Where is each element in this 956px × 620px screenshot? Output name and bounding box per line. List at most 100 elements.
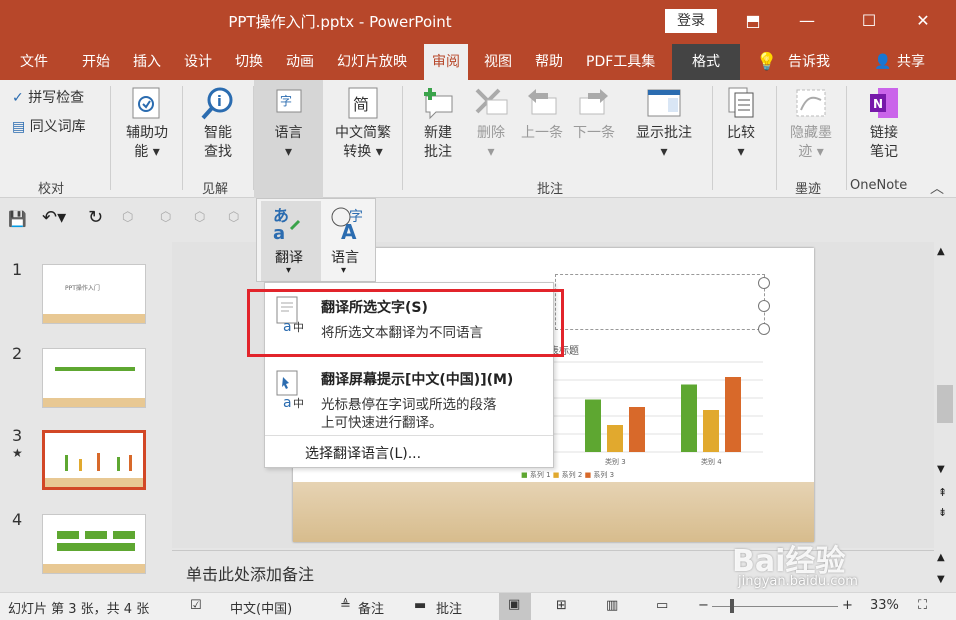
zoom-slider-thumb[interactable] [730,599,734,613]
zoom-level[interactable]: 33% [870,598,899,613]
compare-button[interactable]: 比较 ▾ [718,86,764,162]
linked-notes-button[interactable]: N 链接 笔记 [856,86,912,162]
smart-lookup-button[interactable]: i 智能 查找 [190,86,246,162]
next-arrow-icon [579,89,608,115]
bar-chart[interactable]: 类别 3 类别 4 [533,348,793,478]
zoom-out-icon[interactable]: − [698,598,709,613]
zoom-in-icon[interactable]: + [842,598,853,613]
star-icon: ★ [12,446,23,460]
language-status[interactable]: 中文(中国) [230,598,292,617]
spell-check-icon: ✓ [12,90,24,106]
slide-thumbnail-1[interactable]: PPT操作入门 [42,264,146,324]
tab-transitions[interactable]: 切换 [235,44,263,80]
delete-comment-button[interactable]: 删除 ▾ [468,86,514,162]
translate-button[interactable]: あa 翻译 ▾ [261,201,321,281]
language-icon: 字 [276,89,301,113]
vertical-scrollbar[interactable]: ▲ ▼ ⇞ ⇟ ▲ ▼ [934,242,956,592]
translate-screentip-icon: a中 [276,370,304,411]
next-slide-icon[interactable]: ⇟ [938,506,947,519]
group-label-onenote: OneNote [850,178,908,193]
choose-translation-language-item[interactable]: 选择翻译语言(L)... [305,443,421,463]
minimize-button[interactable]: — [787,8,827,34]
thesaurus-button[interactable]: ▤ 同义词库 [12,118,86,137]
cube-icon[interactable]: ⬡ [194,210,205,225]
resize-handle[interactable] [758,300,770,312]
maximize-button[interactable]: ☐ [849,8,889,34]
hide-ink-button[interactable]: 隐藏墨 迹 ▾ [782,86,840,162]
menu-tabs: 文件 开始 插入 设计 切换 动画 幻灯片放映 审阅 视图 帮助 PDF工具集 … [0,44,956,80]
comments-toggle[interactable]: 批注 [436,598,462,617]
bar-2-2[interactable] [703,410,719,452]
next-comment-button[interactable]: 下一条 [570,86,618,143]
ribbon-separator [712,86,713,190]
cube-icon[interactable]: ⬡ [160,210,171,225]
translate-screentip-item[interactable]: a中 翻译屏幕提示[中文(中国)](M) 光标悬停在字词或所选的段落 上可快速进… [265,361,553,431]
slide-thumbnail-4[interactable] [42,514,146,574]
tab-format[interactable]: 格式 [672,44,740,80]
slide-number: 4 [12,510,23,529]
bar-1-2[interactable] [607,425,623,452]
bar-1-1[interactable] [585,399,601,453]
language-button[interactable]: 字 语言 ▾ [254,80,323,198]
save-icon[interactable]: 💾 [8,210,27,228]
resize-handle[interactable] [758,277,770,289]
scroll-up-icon[interactable]: ▲ [937,246,945,257]
slideshow-icon[interactable]: ▭ [656,598,668,613]
tab-slideshow[interactable]: 幻灯片放映 [337,44,407,80]
new-comment-button[interactable]: 新建 批注 [414,86,462,162]
collapse-ribbon-icon[interactable]: ︿ [930,178,944,198]
tab-home[interactable]: 开始 [82,44,110,80]
slide-number: 3 [12,426,23,445]
bar-1-3[interactable] [629,407,645,452]
accessibility-button[interactable]: 辅助功 能 ▾ [118,86,176,162]
tab-insert[interactable]: 插入 [133,44,161,80]
scroll-down-icon[interactable]: ▼ [937,464,945,475]
bar-2-3[interactable] [725,377,741,452]
title-bar: PPT操作入门.pptx - PowerPoint 登录 ⬒ — ☐ ✕ [0,0,956,44]
tell-me-button[interactable]: 告诉我 [788,44,830,80]
close-button[interactable]: ✕ [903,8,943,34]
spell-check-button[interactable]: ✓ 拼写检查 [12,89,84,108]
thumbnail-bar [85,531,107,539]
tab-view[interactable]: 视图 [484,44,512,80]
prev-slide-icon[interactable]: ⇞ [938,486,947,499]
slide-sorter-icon[interactable]: ⊞ [556,598,567,613]
cube-icon[interactable]: ⬡ [228,210,239,225]
show-comments-button[interactable]: 显示批注 ▾ [630,86,698,162]
tc-sc-convert-button[interactable]: 简 中文简繁 转换 ▾ [328,86,398,162]
notes-toggle[interactable]: 备注 [358,598,384,617]
bar-2-1[interactable] [681,384,697,453]
tab-help[interactable]: 帮助 [535,44,563,80]
scroll-thumb[interactable] [937,385,953,423]
cube-icon[interactable]: ⬡ [122,210,133,225]
notes-placeholder[interactable]: 单击此处添加备注 [186,561,314,585]
notes-scroll-down-icon[interactable]: ▼ [937,574,945,585]
normal-view-button[interactable]: ▣ [499,593,531,620]
notes-scroll-up-icon[interactable]: ▲ [937,552,945,563]
thumbnail-bar [117,457,120,471]
slide-thumbnail-2[interactable] [42,348,146,408]
undo-icon[interactable]: ↶▾ [42,207,66,228]
tab-animations[interactable]: 动画 [286,44,314,80]
language-globe-icon: A字 [331,207,363,241]
tab-pdf-tools[interactable]: PDF工具集 [586,44,655,80]
ribbon-display-icon[interactable]: ⬒ [733,8,773,34]
login-button[interactable]: 登录 [665,9,717,33]
share-button[interactable]: 共享 [897,44,925,80]
resize-handle[interactable] [758,323,770,335]
tab-design[interactable]: 设计 [184,44,212,80]
fit-window-icon[interactable]: ⛶ [918,598,927,613]
delete-comment-icon [475,88,508,115]
language-option-button[interactable]: A字 语言 ▾ [321,201,373,281]
smart-lookup-icon: i [201,87,233,120]
title-placeholder-selection[interactable] [555,274,765,330]
thumbnail-bar [129,455,132,471]
accessibility-check-icon[interactable]: ☑ [190,598,202,613]
thumbnail-floor [43,314,145,323]
tab-file[interactable]: 文件 [20,44,48,80]
reading-view-icon[interactable]: ▥ [606,598,618,613]
redo-icon[interactable]: ↻ [88,207,103,228]
tab-review[interactable]: 审阅 [424,44,468,80]
prev-comment-button[interactable]: 上一条 [518,86,566,143]
slide-thumbnail-3[interactable] [42,430,146,490]
